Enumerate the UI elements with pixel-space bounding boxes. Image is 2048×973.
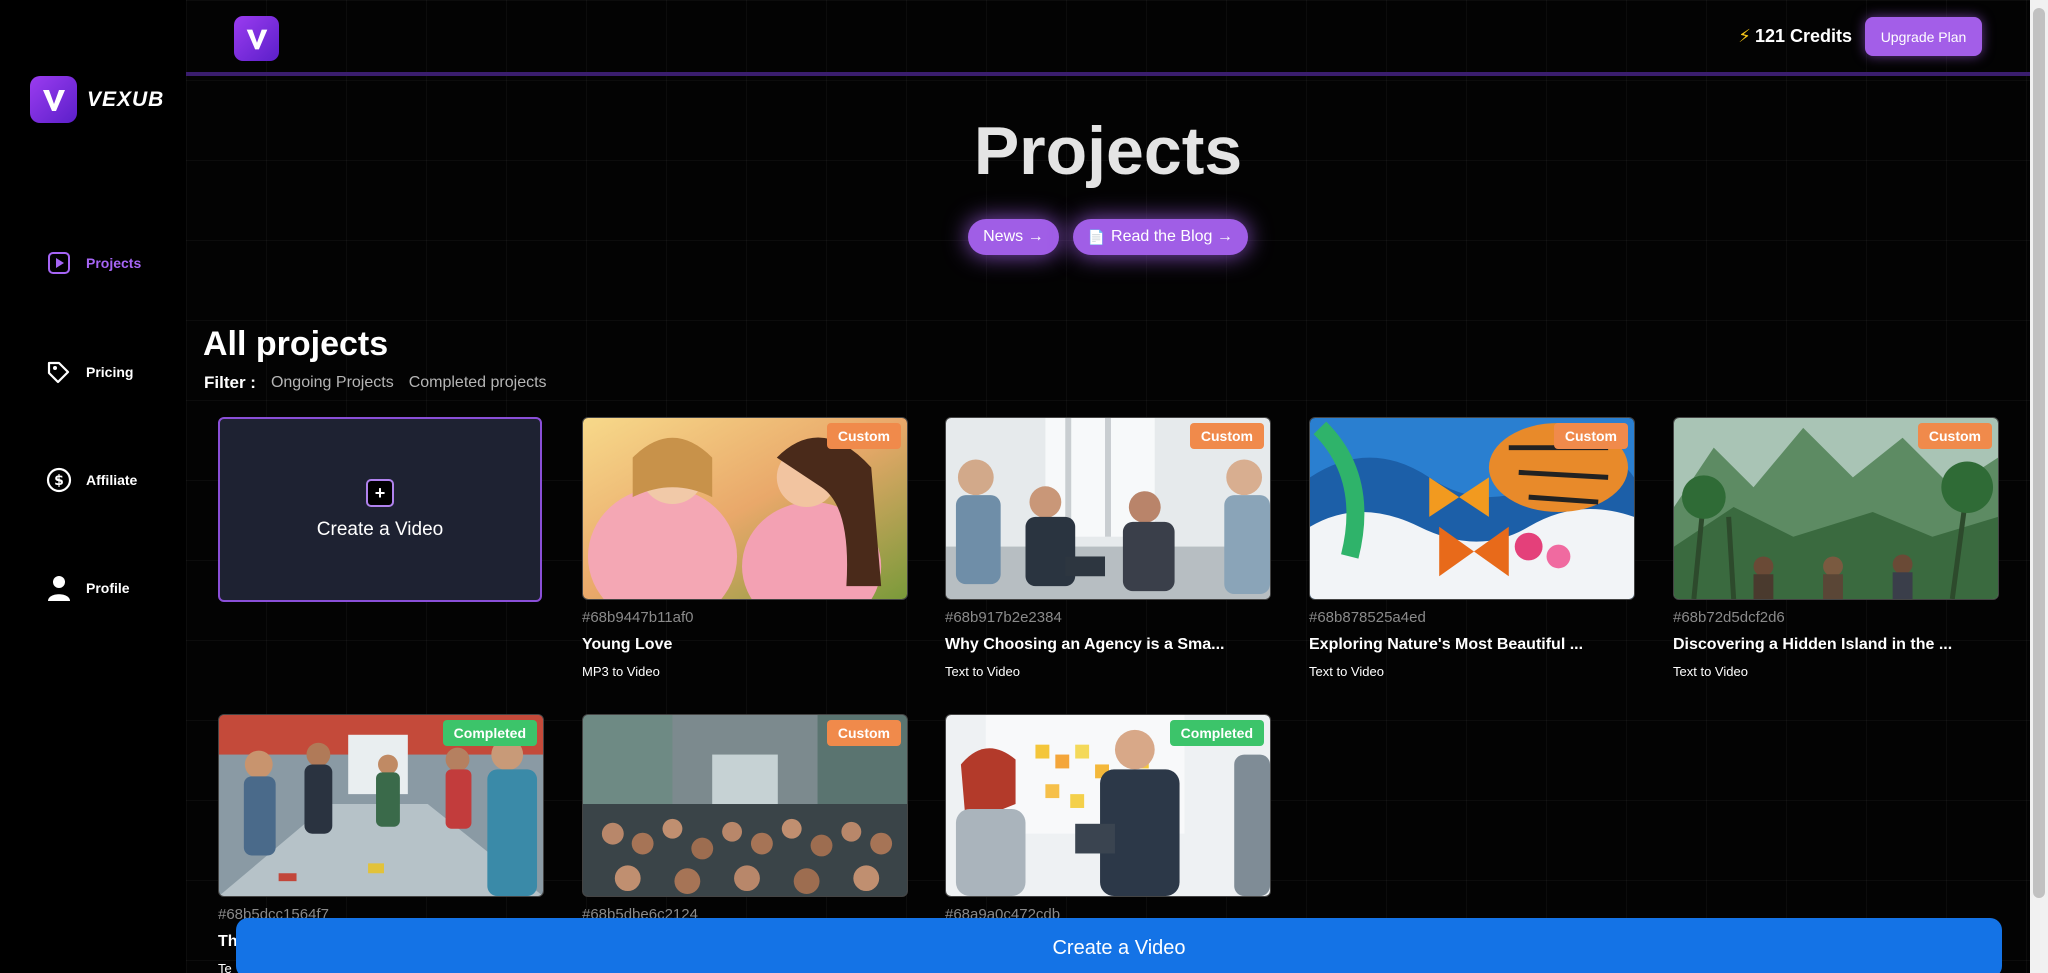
sidebar-item-pricing[interactable]: Pricing — [46, 359, 133, 385]
project-card[interactable]: Custom #68b72d5dcf2d6 Discovering a Hidd… — [1673, 417, 1999, 679]
project-id: #68b9447b11af0 — [582, 609, 694, 626]
credits-display: ⚡ 121 Credits — [1738, 26, 1852, 47]
lightning-icon: ⚡ — [1738, 26, 1751, 46]
play-square-icon — [46, 250, 72, 276]
project-card[interactable]: Completed #68a9a0c472cdb — [945, 714, 1271, 943]
status-badge: Custom — [826, 423, 901, 449]
sidebar-item-label: Affiliate — [86, 472, 138, 488]
scrollbar-thumb[interactable] — [2033, 8, 2045, 898]
filter-completed[interactable]: Completed projects — [409, 374, 547, 392]
plus-icon: + — [366, 478, 394, 507]
project-thumbnail[interactable]: Completed — [218, 714, 544, 897]
status-badge: Completed — [1169, 720, 1264, 746]
status-badge: Custom — [1553, 423, 1628, 449]
project-title: Discovering a Hidden Island in the ... — [1673, 636, 1953, 653]
filter-bar: Filter : Ongoing Projects Completed proj… — [204, 373, 547, 393]
svg-text:$: $ — [54, 473, 64, 489]
project-thumbnail[interactable]: Completed — [945, 714, 1271, 897]
scrollbar[interactable] — [2030, 0, 2048, 973]
project-type: Text to Video — [1673, 664, 1748, 679]
news-label: News → — [983, 228, 1044, 245]
create-video-button[interactable]: Create a Video — [236, 918, 2002, 973]
dollar-circle-icon: $ — [46, 467, 72, 493]
read-blog-button[interactable]: 📄 Read the Blog → — [1072, 219, 1248, 255]
section-title: All projects — [203, 325, 389, 363]
project-title: Why Choosing an Agency is a Sma... — [945, 636, 1225, 653]
status-badge: Completed — [442, 720, 537, 746]
sidebar-item-affiliate[interactable]: $ Affiliate — [46, 467, 137, 493]
hero-links: News → 📄 Read the Blog → — [186, 219, 2030, 255]
project-card[interactable]: Custom #68b917b2e2384 Why Choosing an Ag… — [945, 417, 1271, 679]
sidebar-item-label: Projects — [86, 255, 142, 271]
page-title: Projects — [973, 113, 1243, 189]
project-thumbnail[interactable]: Custom — [1673, 417, 1999, 600]
sidebar-item-profile[interactable]: Profile — [46, 575, 130, 601]
create-video-label: Create a Video — [316, 518, 444, 540]
status-badge: Custom — [1189, 423, 1264, 449]
project-thumbnail[interactable]: Custom — [945, 417, 1271, 600]
project-type: Text to Video — [945, 664, 1020, 679]
brand-logo-icon — [30, 76, 77, 123]
sidebar: VEXUB Projects Pricing $ Affiliate Profi… — [0, 0, 186, 973]
header-logo-icon[interactable] — [234, 16, 279, 61]
status-badge: Custom — [826, 720, 901, 746]
main-content: ⚡ 121 Credits Upgrade Plan Projects News… — [186, 0, 2030, 973]
upgrade-plan-button[interactable]: Upgrade Plan — [1865, 17, 1982, 56]
project-id: #68b917b2e2384 — [945, 609, 1062, 626]
project-card[interactable]: Custom #68b878525a4ed Exploring Nature's… — [1309, 417, 1635, 679]
filter-ongoing[interactable]: Ongoing Projects — [271, 374, 394, 392]
document-icon: 📄 — [1087, 228, 1106, 245]
sidebar-item-label: Profile — [86, 580, 130, 596]
create-video-card[interactable]: + Create a Video — [218, 417, 542, 602]
project-title: Young Love — [582, 636, 673, 653]
top-bar: ⚡ 121 Credits Upgrade Plan — [186, 0, 2030, 76]
sidebar-item-projects[interactable]: Projects — [46, 250, 141, 276]
project-thumbnail[interactable]: Custom — [1309, 417, 1635, 600]
project-card[interactable]: Custom #68b5dbe6c2124 — [582, 714, 908, 943]
status-badge: Custom — [1917, 423, 1992, 449]
tag-icon — [46, 359, 72, 385]
blog-label: Read the Blog → — [1111, 228, 1233, 245]
news-button[interactable]: News → — [968, 219, 1059, 255]
brand-name: VEXUB — [87, 87, 165, 111]
project-title: Exploring Nature's Most Beautiful ... — [1309, 636, 1584, 653]
project-type: Text to Video — [1309, 664, 1384, 679]
project-id: #68b72d5dcf2d6 — [1673, 609, 1785, 626]
sidebar-item-label: Pricing — [86, 364, 134, 380]
brand[interactable]: VEXUB — [30, 76, 164, 123]
project-id: #68b878525a4ed — [1309, 609, 1426, 626]
project-thumbnail[interactable]: Custom — [582, 417, 908, 600]
project-card[interactable]: Custom #68b9447b11af0 Young Love MP3 to … — [582, 417, 908, 679]
user-icon — [46, 575, 72, 601]
credits-text: 121 Credits — [1754, 26, 1852, 46]
project-thumbnail[interactable]: Custom — [582, 714, 908, 897]
filter-label: Filter : — [204, 373, 256, 392]
project-type: MP3 to Video — [582, 664, 660, 679]
